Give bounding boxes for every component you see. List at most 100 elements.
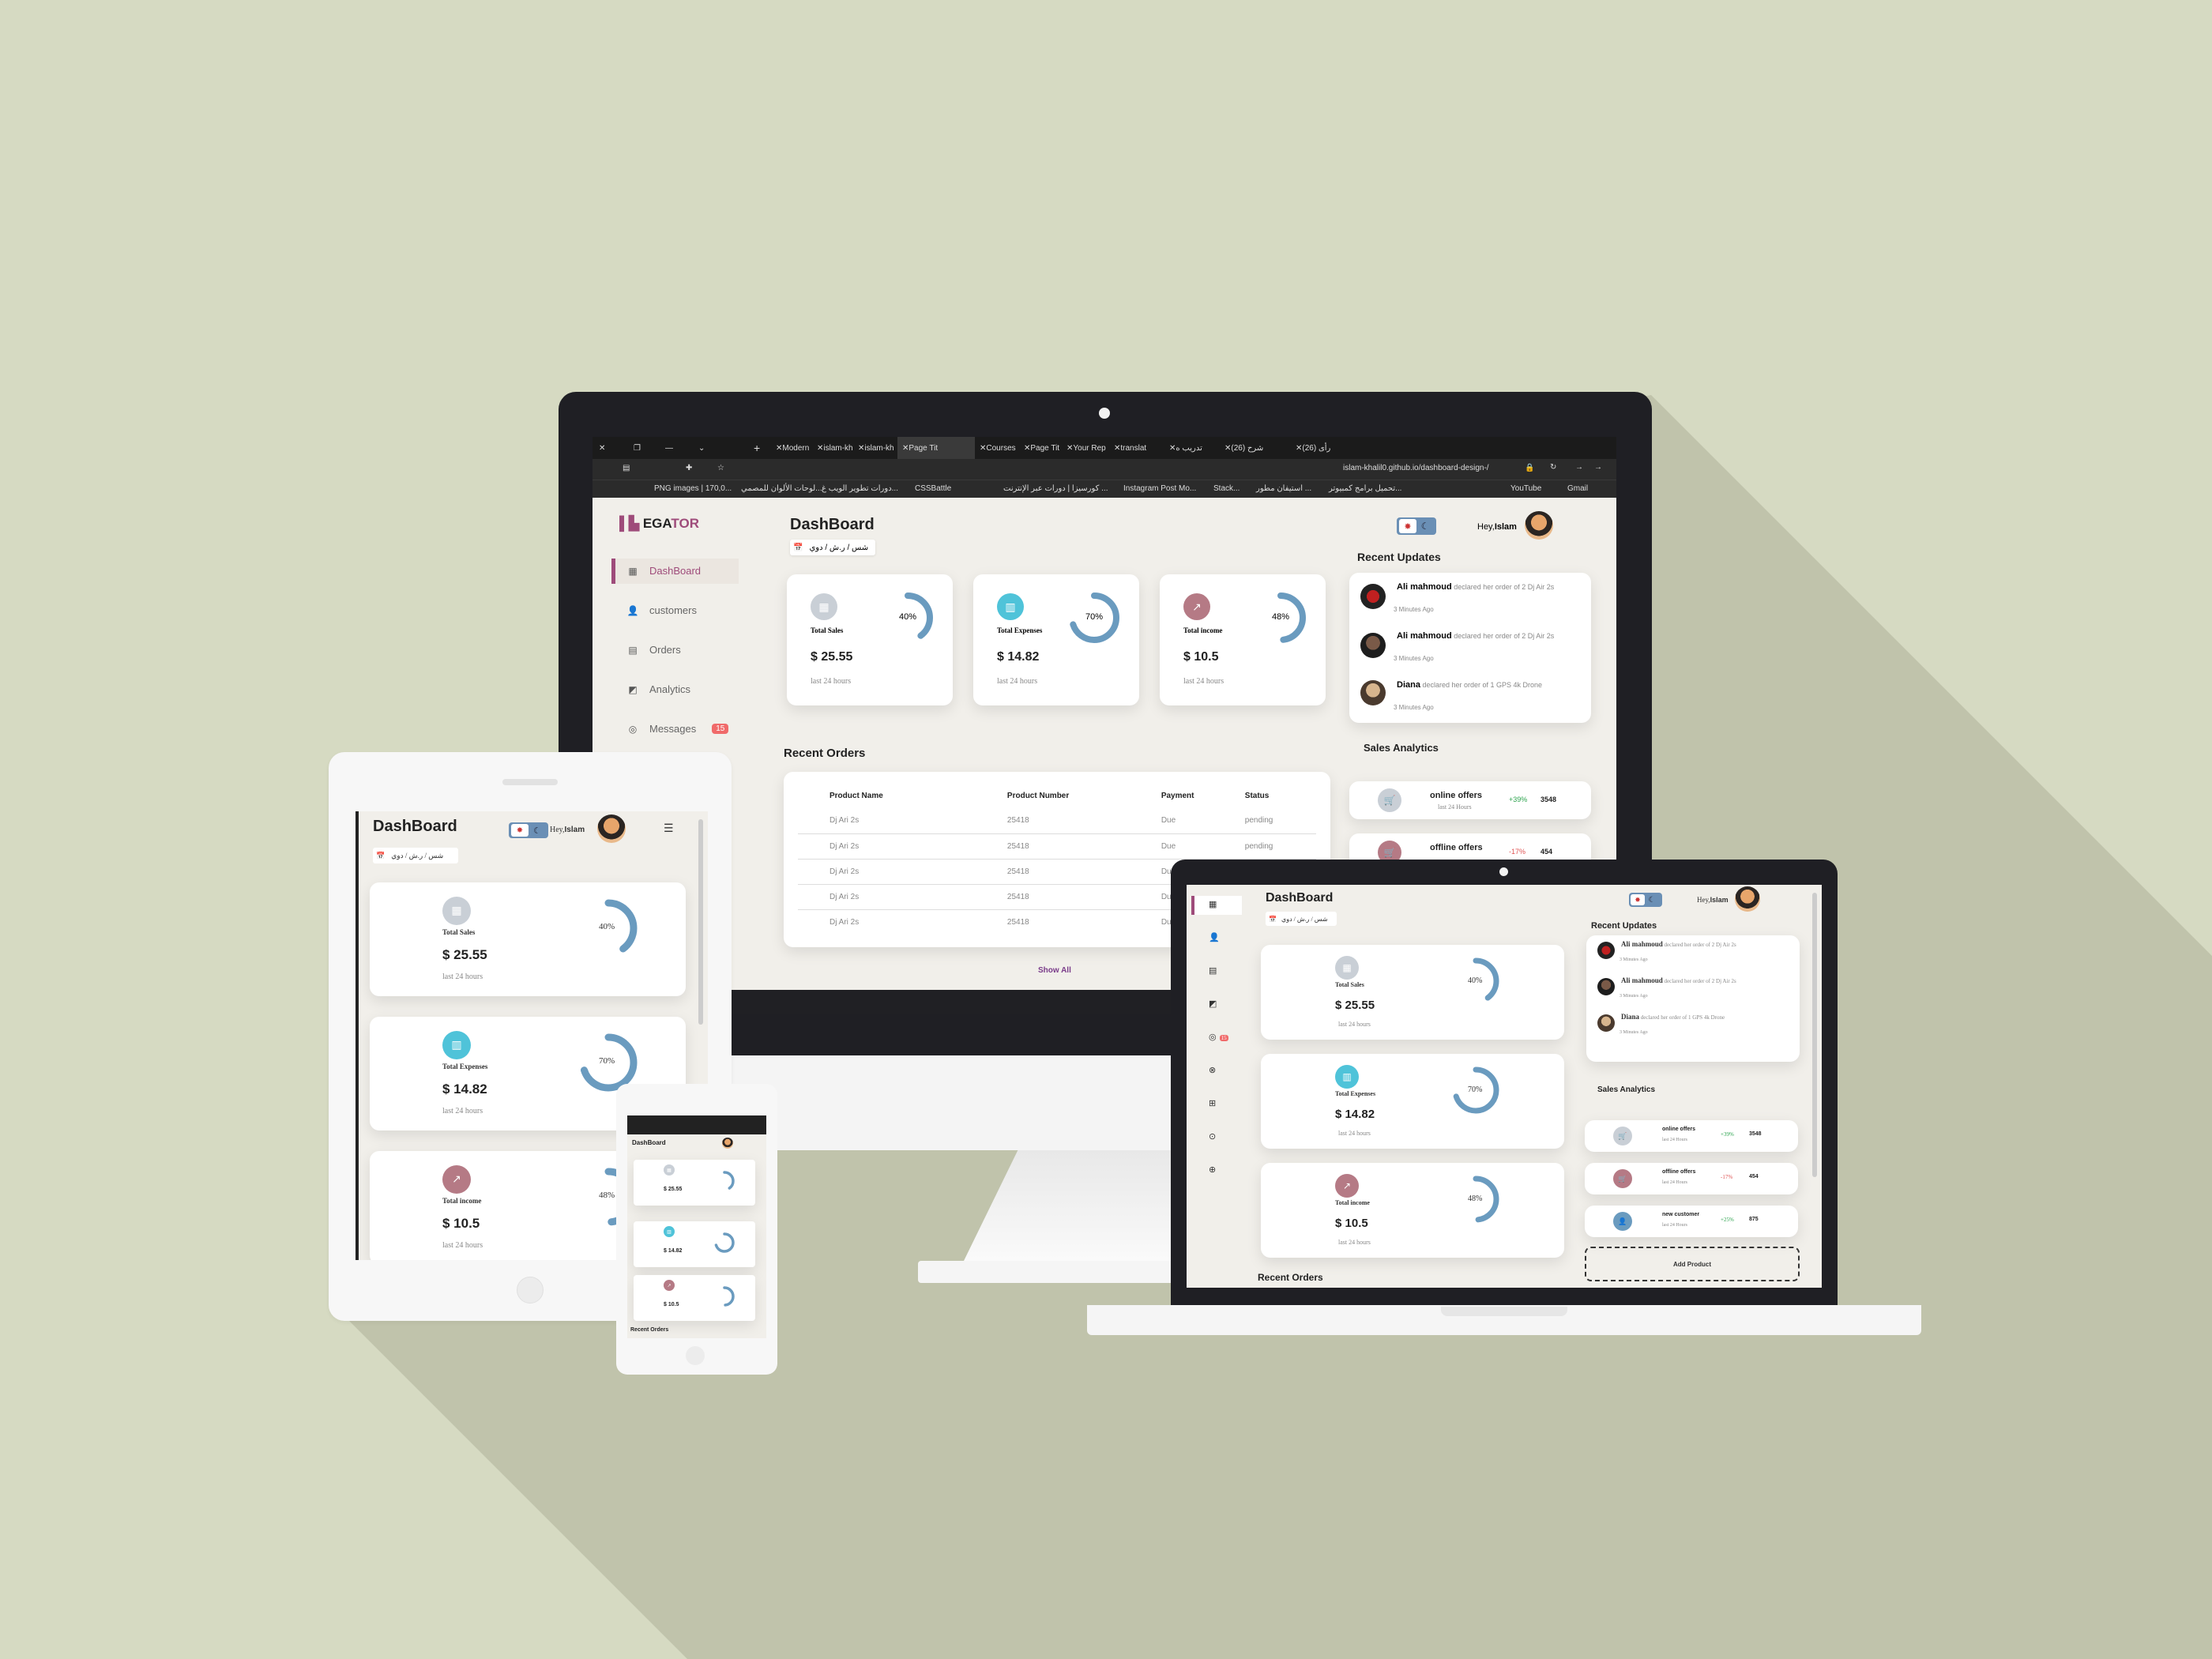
cell: Dj Ari 2s [830,917,860,927]
page-title: DashBoard [1266,891,1334,905]
new-tab-plus-icon[interactable]: + [754,437,760,459]
grid-icon[interactable]: ▦ [1209,899,1217,909]
bookmark[interactable]: CSSBattle [915,484,951,493]
theme-toggle[interactable]: ✸ ☾ [1629,893,1662,907]
tab-close-icon[interactable]: ✕ [817,444,823,453]
tablet-home-button[interactable] [517,1277,544,1304]
message-icon[interactable]: ◎ 15 [1209,1032,1228,1042]
browser-tab[interactable]: ✕ تدريب ه [1169,437,1202,459]
avatar[interactable] [722,1138,733,1149]
favorite-star-icon[interactable]: ☆ [717,464,724,472]
clipboard-icon[interactable]: ▤ [1209,965,1217,976]
tab-label: Your Rep [1073,443,1106,453]
avatar[interactable] [597,814,626,843]
bookmark[interactable]: Gmail [1567,484,1588,493]
tab-close-icon[interactable]: ✕ [1169,444,1176,453]
back-icon[interactable]: → [1594,463,1602,472]
add-product-button[interactable]: Add Product [1585,1247,1800,1281]
sidebar-item-messages[interactable]: ◎ Messages 15 [627,723,729,735]
theme-toggle[interactable]: ✸ ☾ [509,822,548,838]
tab-close-icon[interactable]: ✕ [858,444,864,453]
tab-close-icon[interactable]: ✕ [1024,444,1030,453]
greeting: Hey,Islam [1477,522,1517,532]
bookmark[interactable]: كورسيزا | دورات عبر الإنترنت ... [1003,484,1108,493]
date-input[interactable]: 📅 شس / ر.ش / دوي [373,848,458,863]
reload-icon[interactable]: ↻ [1550,463,1556,472]
browser-tab[interactable]: ✕ Courses [980,437,1016,459]
tab-close-icon[interactable]: ✕ [1114,444,1120,453]
brand-logo: ▌▙ EGATOR [619,516,699,532]
chart-icon[interactable]: ◩ [1209,999,1217,1009]
phone-home-button[interactable] [686,1346,705,1365]
bookmark[interactable]: لوحات الألوان للمصمي... [741,484,822,493]
grid-icon: ▦ [628,565,638,577]
analytics-label: online offers [1430,791,1483,800]
analytics-change: +39% [1721,1131,1734,1138]
bookmark[interactable]: Instagram Post Mo... [1123,484,1196,493]
sidebar-toggle-icon[interactable]: ▤ [623,464,630,472]
avatar[interactable] [1735,886,1760,912]
user-icon[interactable]: 👤 [1209,932,1220,942]
sidebar-item-analytics[interactable]: ◩ Analytics [627,683,690,695]
bookmark[interactable]: PNG images | 170,0... [654,484,732,493]
stat-value: $ 10.5 [664,1302,679,1307]
browser-tab[interactable]: ✕ Modern [776,437,809,459]
bookmark[interactable]: تحميل برامج كمبيوتر... [1329,484,1401,493]
window-close-icon[interactable]: ✕ [599,437,605,459]
bookmark[interactable]: دورات تطوير الويب غ... [822,484,898,493]
update-time: 3 Minutes Ago [1394,606,1434,613]
tab-close-icon[interactable]: ✕ [980,444,986,453]
url-text[interactable]: islam-khalil0.github.io/dashboard-design… [1343,464,1489,472]
settings-icon[interactable]: ⊗ [1209,1065,1216,1075]
calendar-icon: 📅 [793,543,803,552]
browser-tab[interactable]: ✕ (26) رأى [1296,437,1330,459]
avatar[interactable] [1525,511,1553,540]
browser-tab[interactable]: ✕ islam-kh [858,437,894,459]
bag-icon[interactable]: ⊞ [1209,1098,1216,1108]
tab-label: Page Tit [1030,443,1060,453]
extensions-icon[interactable]: ✚ [686,464,692,472]
theme-toggle[interactable]: ✸ ☾ [1397,517,1436,535]
stat-sub: last 24 hours [442,1107,483,1115]
sidebar-item-dashboard[interactable]: ▦ DashBoard [627,565,701,577]
sidebar-item-label: Messages [649,723,697,735]
stat-value: $ 10.5 [1183,650,1219,664]
bookmark[interactable]: استيفان مطور ... [1256,484,1311,493]
tablet-scrollbar[interactable] [698,819,703,1025]
update-name: Ali mahmoud [1621,940,1663,948]
bookmark[interactable]: Stack... [1213,484,1240,493]
browser-tab[interactable]: ✕ Page Tit [1024,437,1059,459]
forward-icon[interactable]: → [1575,463,1583,472]
sidebar-item-orders[interactable]: ▤ Orders [627,644,680,656]
date-input[interactable]: 📅 شس / ر.ش / دوي [1266,912,1337,926]
browser-tab[interactable]: ✕ islam-kh [817,437,853,459]
tab-close-icon[interactable]: ✕ [902,444,908,453]
date-input[interactable]: 📅 شس / ر.ش / دوي [790,540,875,555]
stat-label: Total Sales [811,626,844,634]
menu-icon[interactable]: ☰ [664,822,674,836]
tab-list-chevron-icon[interactable]: ⌄ [698,437,705,459]
sidebar-item-customers[interactable]: 👤 customers [627,604,697,616]
laptop-scrollbar[interactable] [1812,893,1817,1177]
brand-suffix: TOR [671,516,699,531]
window-restore-icon[interactable]: ❐ [634,437,641,459]
tab-close-icon[interactable]: ✕ [1066,444,1073,453]
show-all-link[interactable]: Show All [1038,966,1071,975]
analytics-sub: last 24 Hours [1662,1138,1687,1142]
report-icon[interactable]: ⊙ [1209,1131,1216,1142]
browser-tab[interactable]: ✕ Your Rep [1066,437,1106,459]
stat-card-sales: ▦ $ 25.55 [634,1160,755,1206]
update-body: declared her order of 2 Dj Air 2s [1454,583,1555,591]
tab-close-icon[interactable]: ✕ [1296,444,1302,453]
window-minimize-icon[interactable]: — [665,437,673,459]
browser-tab-active[interactable]: ✕ Page Tit [897,437,975,459]
add-icon[interactable]: ⊕ [1209,1164,1216,1175]
tab-close-icon[interactable]: ✕ [776,444,782,453]
browser-tab[interactable]: ✕ translat [1114,437,1146,459]
analytics-item-offline: 🛒 offline offers last 24 Hours -17% 454 [1585,1163,1798,1194]
browser-tab[interactable]: ✕ (26) شرح [1224,437,1263,459]
bookmark[interactable]: YouTube [1510,484,1541,493]
tab-close-icon[interactable]: ✕ [1224,444,1231,453]
stat-card-sales: ▦ Total Sales $ 25.55 last 24 hours 40% [370,882,686,996]
analytics-label: offline offers [1430,843,1483,852]
